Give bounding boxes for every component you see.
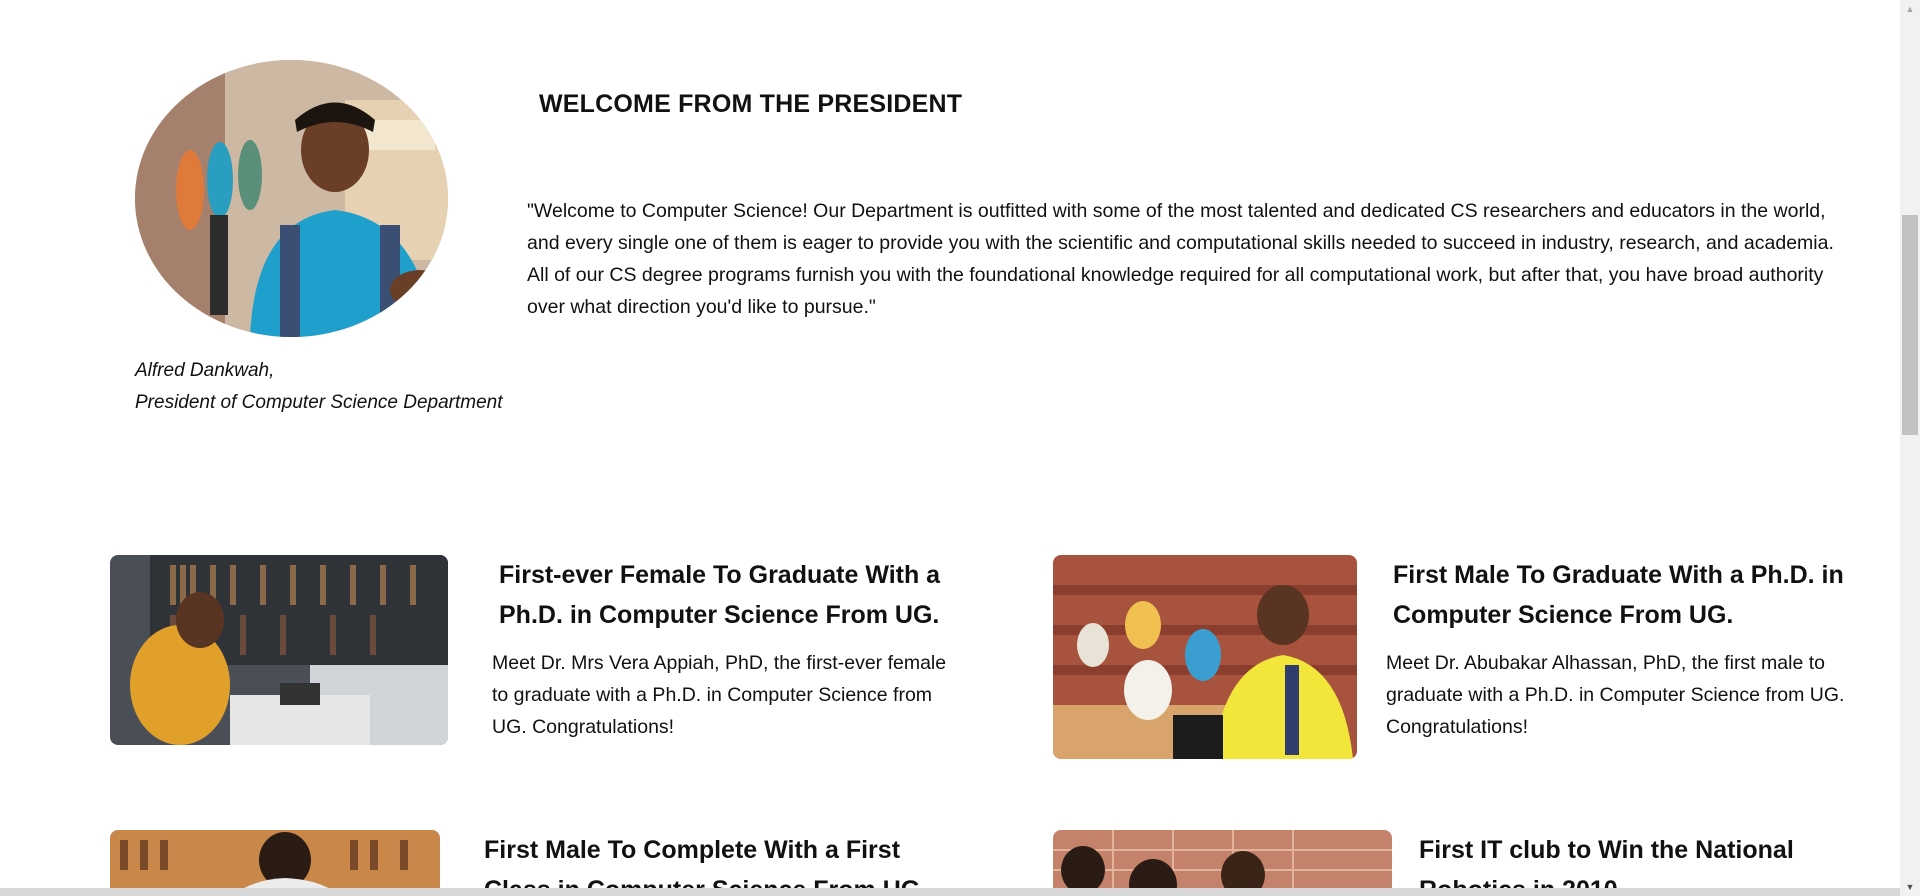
card-title-first-class[interactable]: First Male To Complete With a First Clas… [484,830,944,896]
it-club-image [1053,830,1392,896]
caret-up-icon[interactable]: ▲ [1900,0,1920,18]
president-photo [135,60,448,337]
horizontal-scrollbar[interactable] [0,888,1900,896]
vertical-scrollbar[interactable]: ▲ ▼ [1900,0,1920,896]
welcome-quote: "Welcome to Computer Science! Our Depart… [527,200,1834,318]
card-desc-female-phd: Meet Dr. Mrs Vera Appiah, PhD, the first… [492,652,947,738]
welcome-heading: WELCOME FROM THE PRESIDENT [539,90,963,118]
president-name: Alfred Dankwah, [135,360,275,381]
card-title-female-phd[interactable]: First-ever Female To Graduate With a Ph.… [499,555,969,635]
scrollbar-thumb[interactable] [1902,215,1918,435]
main-page: Alfred Dankwah, President of Computer Sc… [0,0,1900,896]
card-title-male-phd[interactable]: First Male To Graduate With a Ph.D. in C… [1393,555,1873,635]
female-graduate-image [110,555,448,745]
card-title-it-club[interactable]: First IT club to Win the National Roboti… [1419,830,1889,896]
card-desc-male-phd: Meet Dr. Abubakar Alhassan, PhD, the fir… [1386,652,1845,738]
president-title: President of Computer Science Department [135,392,503,413]
male-graduate-image [1053,555,1357,759]
caret-down-icon[interactable]: ▼ [1900,878,1920,896]
first-class-graduate-image [110,830,440,896]
